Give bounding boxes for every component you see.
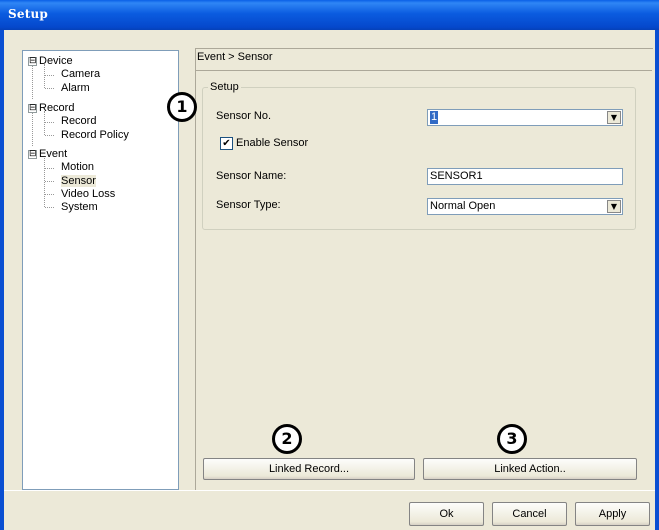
sensor-name-input[interactable]: SENSOR1: [427, 168, 623, 185]
enable-sensor-label[interactable]: Enable Sensor: [236, 137, 308, 149]
cancel-button[interactable]: Cancel: [492, 502, 567, 526]
tree-item-motion[interactable]: Motion: [61, 161, 94, 174]
sensor-no-select[interactable]: 1 ▼: [427, 109, 623, 126]
tree-connector: [45, 75, 54, 76]
breadcrumb-divider: [196, 70, 652, 71]
footer-divider: [4, 490, 655, 491]
sensor-no-label: Sensor No.: [216, 110, 272, 122]
tree-item-video-loss[interactable]: Video Loss: [61, 188, 115, 201]
setup-window: Setup ⊟ Device Camera Alarm ⊟ Record Rec…: [0, 0, 659, 530]
linked-record-button[interactable]: Linked Record...: [203, 458, 415, 480]
callout-badge-1: 1: [167, 92, 197, 122]
chevron-down-icon[interactable]: ▼: [607, 111, 621, 124]
tree-connector: [45, 88, 54, 89]
tree-item-record[interactable]: Record: [61, 115, 96, 128]
tree-connector: [32, 63, 33, 99]
collapse-icon[interactable]: ⊟: [28, 150, 37, 159]
ok-button[interactable]: Ok: [409, 502, 484, 526]
breadcrumb: Event > Sensor: [197, 51, 273, 63]
tree-item-label: Alarm: [61, 82, 90, 94]
tree-item-label: Camera: [61, 68, 101, 80]
tree-connector: [45, 181, 54, 182]
sensor-no-value: 1: [428, 110, 440, 125]
window-title: Setup: [8, 7, 48, 21]
window-frame-left: [0, 30, 4, 530]
tree-connector: [45, 135, 54, 136]
tree-item-record-policy[interactable]: Record Policy: [61, 129, 129, 142]
setup-groupbox-label: Setup: [208, 81, 241, 93]
tree-connector: [44, 158, 45, 207]
callout-badge-3: 3: [497, 424, 527, 454]
sensor-type-label: Sensor Type:: [216, 199, 281, 211]
tree-item-label: Device: [39, 55, 73, 67]
tree-item-camera[interactable]: Camera: [61, 68, 100, 81]
title-bar[interactable]: Setup: [0, 0, 659, 30]
tree-item-label: Record Policy: [61, 129, 129, 141]
tree-item-label: Record: [61, 115, 97, 127]
tree-connector: [45, 168, 54, 169]
navigation-tree[interactable]: ⊟ Device Camera Alarm ⊟ Record Record Re…: [22, 50, 179, 490]
tree-item-label: Video Loss: [61, 188, 116, 200]
linked-action-button[interactable]: Linked Action..: [423, 458, 637, 480]
enable-sensor-checkbox[interactable]: ✔: [220, 137, 233, 150]
tree-connector: [45, 194, 54, 195]
tree-item-label: Sensor: [61, 175, 96, 187]
apply-button[interactable]: Apply: [575, 502, 650, 526]
collapse-icon[interactable]: ⊟: [28, 57, 37, 66]
tree-item-label: Record: [39, 102, 75, 114]
collapse-icon[interactable]: ⊟: [28, 104, 37, 113]
tree-connector: [45, 207, 54, 208]
sensor-type-select[interactable]: Normal Open ▼: [427, 198, 623, 215]
tree-item-label: Event: [39, 148, 68, 160]
tree-item-device[interactable]: Device: [39, 55, 73, 68]
sensor-name-label: Sensor Name:: [216, 170, 287, 182]
tree-item-event[interactable]: Event: [39, 148, 67, 161]
tree-item-system[interactable]: System: [61, 201, 98, 214]
window-frame-right: [655, 30, 659, 530]
tree-item-alarm[interactable]: Alarm: [61, 82, 90, 95]
sensor-type-value: Normal Open: [430, 200, 496, 212]
tree-connector: [32, 110, 33, 146]
tree-item-sensor[interactable]: Sensor: [61, 175, 96, 188]
tree-item-record-group[interactable]: Record: [39, 102, 74, 115]
tree-item-label: System: [61, 201, 98, 213]
chevron-down-icon[interactable]: ▼: [607, 200, 621, 213]
callout-badge-2: 2: [272, 424, 302, 454]
tree-connector: [45, 122, 54, 123]
tree-item-label: Motion: [61, 161, 95, 173]
